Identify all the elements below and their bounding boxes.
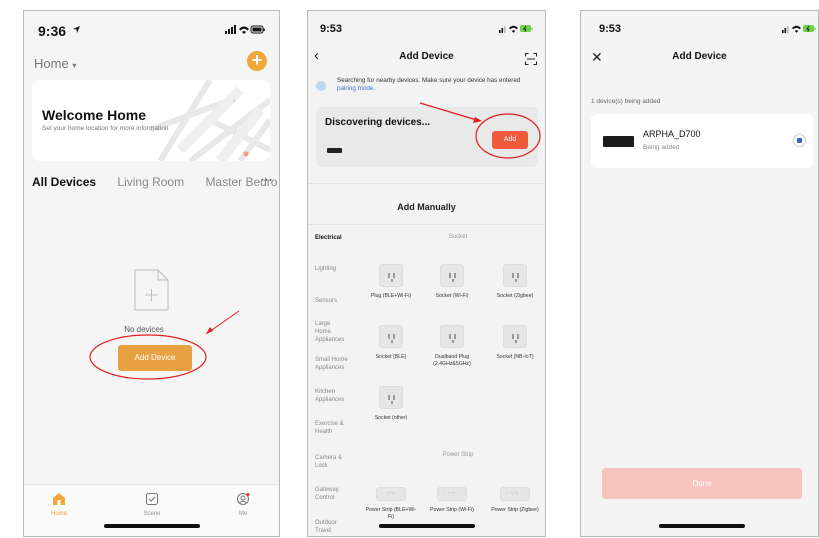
status-bar: 9:36 (24, 11, 279, 51)
signal-icon (782, 26, 789, 33)
device-item[interactable]: Socket (other) (365, 386, 417, 422)
device-name: ARPHA_D700 (643, 129, 701, 139)
device-image (603, 136, 634, 147)
device-item[interactable]: Socket (NB-IoT) (489, 325, 541, 361)
status-bar: 9:53 (581, 11, 818, 51)
tabbar-home[interactable]: Home (39, 493, 79, 517)
tab-all-devices[interactable]: All Devices (32, 175, 96, 189)
page-title: Add Device (399, 51, 454, 62)
socket-icon (503, 264, 527, 287)
battery-icon (250, 25, 265, 34)
status-icons (782, 25, 816, 33)
spinner-icon (793, 134, 806, 147)
device-item[interactable]: Socket (Zigbee) (489, 264, 541, 300)
category-gateway-control[interactable]: Gateway Control (315, 486, 350, 502)
empty-state-text: No devices (124, 325, 164, 334)
divider (308, 183, 545, 184)
status-icons (225, 25, 265, 34)
device-card: ARPHA_D700 Being added (591, 114, 813, 168)
screen-adding-device: 9:53 ✕ Add Device 1 device(s) being adde… (580, 10, 819, 537)
wifi-icon (509, 25, 518, 33)
status-time: 9:53 (599, 23, 622, 35)
socket-icon (379, 325, 403, 348)
category-large-home-appliances[interactable]: Large Home Appliances (315, 320, 345, 344)
add-manually-title: Add Manually (397, 202, 456, 212)
room-tabs: All Devices Living Room Master Bedro (32, 175, 279, 189)
signal-icon (499, 26, 506, 33)
chevron-down-icon: ▾ (72, 61, 77, 70)
battery-icon (520, 25, 533, 32)
welcome-subtitle: Set your home location for more informat… (42, 125, 169, 132)
category-camera-lock[interactable]: Camera & Lock (315, 454, 350, 470)
category-small-home-appliances[interactable]: Small Home Appliances (315, 356, 360, 372)
doc-plus-icon (134, 269, 169, 311)
device-item[interactable]: Plug (BLE+Wi-Fi) (365, 264, 417, 300)
map-decoration (150, 80, 270, 161)
plus-icon[interactable]: + (247, 51, 267, 71)
category-outdoor-travel[interactable]: Outdoor Travel (315, 519, 350, 535)
status-time: 9:36 (38, 23, 67, 39)
device-item[interactable]: · ∵∵ Power Strip (BLE+Wi-Fi) (365, 483, 417, 521)
screen-home: 9:36 Home ▾ + Welcome Home Set your home… (23, 10, 280, 537)
power-strip-icon: · ∵∵ (376, 487, 406, 501)
welcome-title: Welcome Home (42, 107, 146, 123)
device-item[interactable]: Socket (Wi-Fi) (426, 264, 478, 300)
done-button[interactable]: Done (602, 468, 802, 499)
power-strip-icon: · ∵∵ (500, 487, 530, 501)
socket-icon (440, 325, 464, 348)
wifi-icon (239, 26, 249, 34)
category-kitchen-appliances[interactable]: Kitchen Appliances (315, 388, 355, 404)
status-time: 9:53 (320, 23, 343, 35)
home-icon (53, 493, 65, 505)
searching-icon (316, 81, 326, 91)
section-power-strip: Power Strip (442, 452, 474, 458)
devices-count-text: 1 device(s) being added (591, 98, 661, 105)
section-socket: Socket (448, 234, 468, 240)
device-item[interactable]: · ∵∵ Power Strip (Wi-Fi) (426, 483, 478, 514)
device-status: Being added (643, 144, 680, 151)
scan-icon[interactable] (525, 53, 537, 65)
tabbar-scene[interactable]: Scene (132, 493, 172, 517)
tab-bar: Home Scene Me (24, 484, 279, 536)
socket-icon (379, 386, 403, 409)
found-device-icon (327, 148, 342, 153)
location-arrow-icon (73, 26, 80, 33)
divider (308, 224, 545, 225)
device-item[interactable]: · ∵∵ Power Strip (Zigbee) (489, 483, 541, 514)
wifi-icon (792, 25, 801, 33)
home-indicator (659, 524, 745, 528)
scene-icon (146, 493, 158, 505)
category-sensors[interactable]: Sensors (315, 297, 365, 305)
device-item[interactable]: Socket (BLE) (365, 325, 417, 361)
pairing-mode-link[interactable]: pairing mode. (337, 85, 375, 92)
socket-icon (379, 264, 403, 287)
device-item[interactable]: Dualband Plug (2.4GHz&5GHz) (426, 325, 478, 368)
category-lighting[interactable]: Lighting (315, 265, 365, 273)
category-electrical[interactable]: Electrical (315, 234, 365, 242)
battery-icon (803, 25, 816, 32)
socket-icon (503, 325, 527, 348)
socket-icon (440, 264, 464, 287)
status-bar: 9:53 (308, 11, 545, 51)
status-icons (499, 25, 533, 33)
me-icon (236, 493, 249, 505)
home-indicator (379, 524, 475, 528)
more-icon[interactable]: ⋯ (260, 172, 273, 188)
welcome-card[interactable]: Welcome Home Set your home location for … (32, 80, 270, 161)
tabbar-me[interactable]: Me (223, 493, 263, 517)
home-selector[interactable]: Home ▾ (34, 56, 76, 71)
tab-living-room[interactable]: Living Room (117, 175, 184, 189)
discovering-title: Discovering devices... (325, 117, 431, 128)
signal-icon (225, 25, 236, 34)
home-indicator (104, 524, 200, 528)
category-exercise-health[interactable]: Exercise & Health (315, 420, 350, 436)
power-strip-icon: · ∵∵ (437, 487, 467, 501)
add-found-device-button[interactable]: Add (492, 131, 528, 149)
discovering-card: Discovering devices... Add (316, 107, 538, 167)
page-title: Add Device (672, 51, 727, 62)
add-device-button[interactable]: Add Device (118, 345, 192, 371)
screen-add-device-search: 9:53 ‹ Add Device Searching for nearby d… (307, 10, 546, 537)
